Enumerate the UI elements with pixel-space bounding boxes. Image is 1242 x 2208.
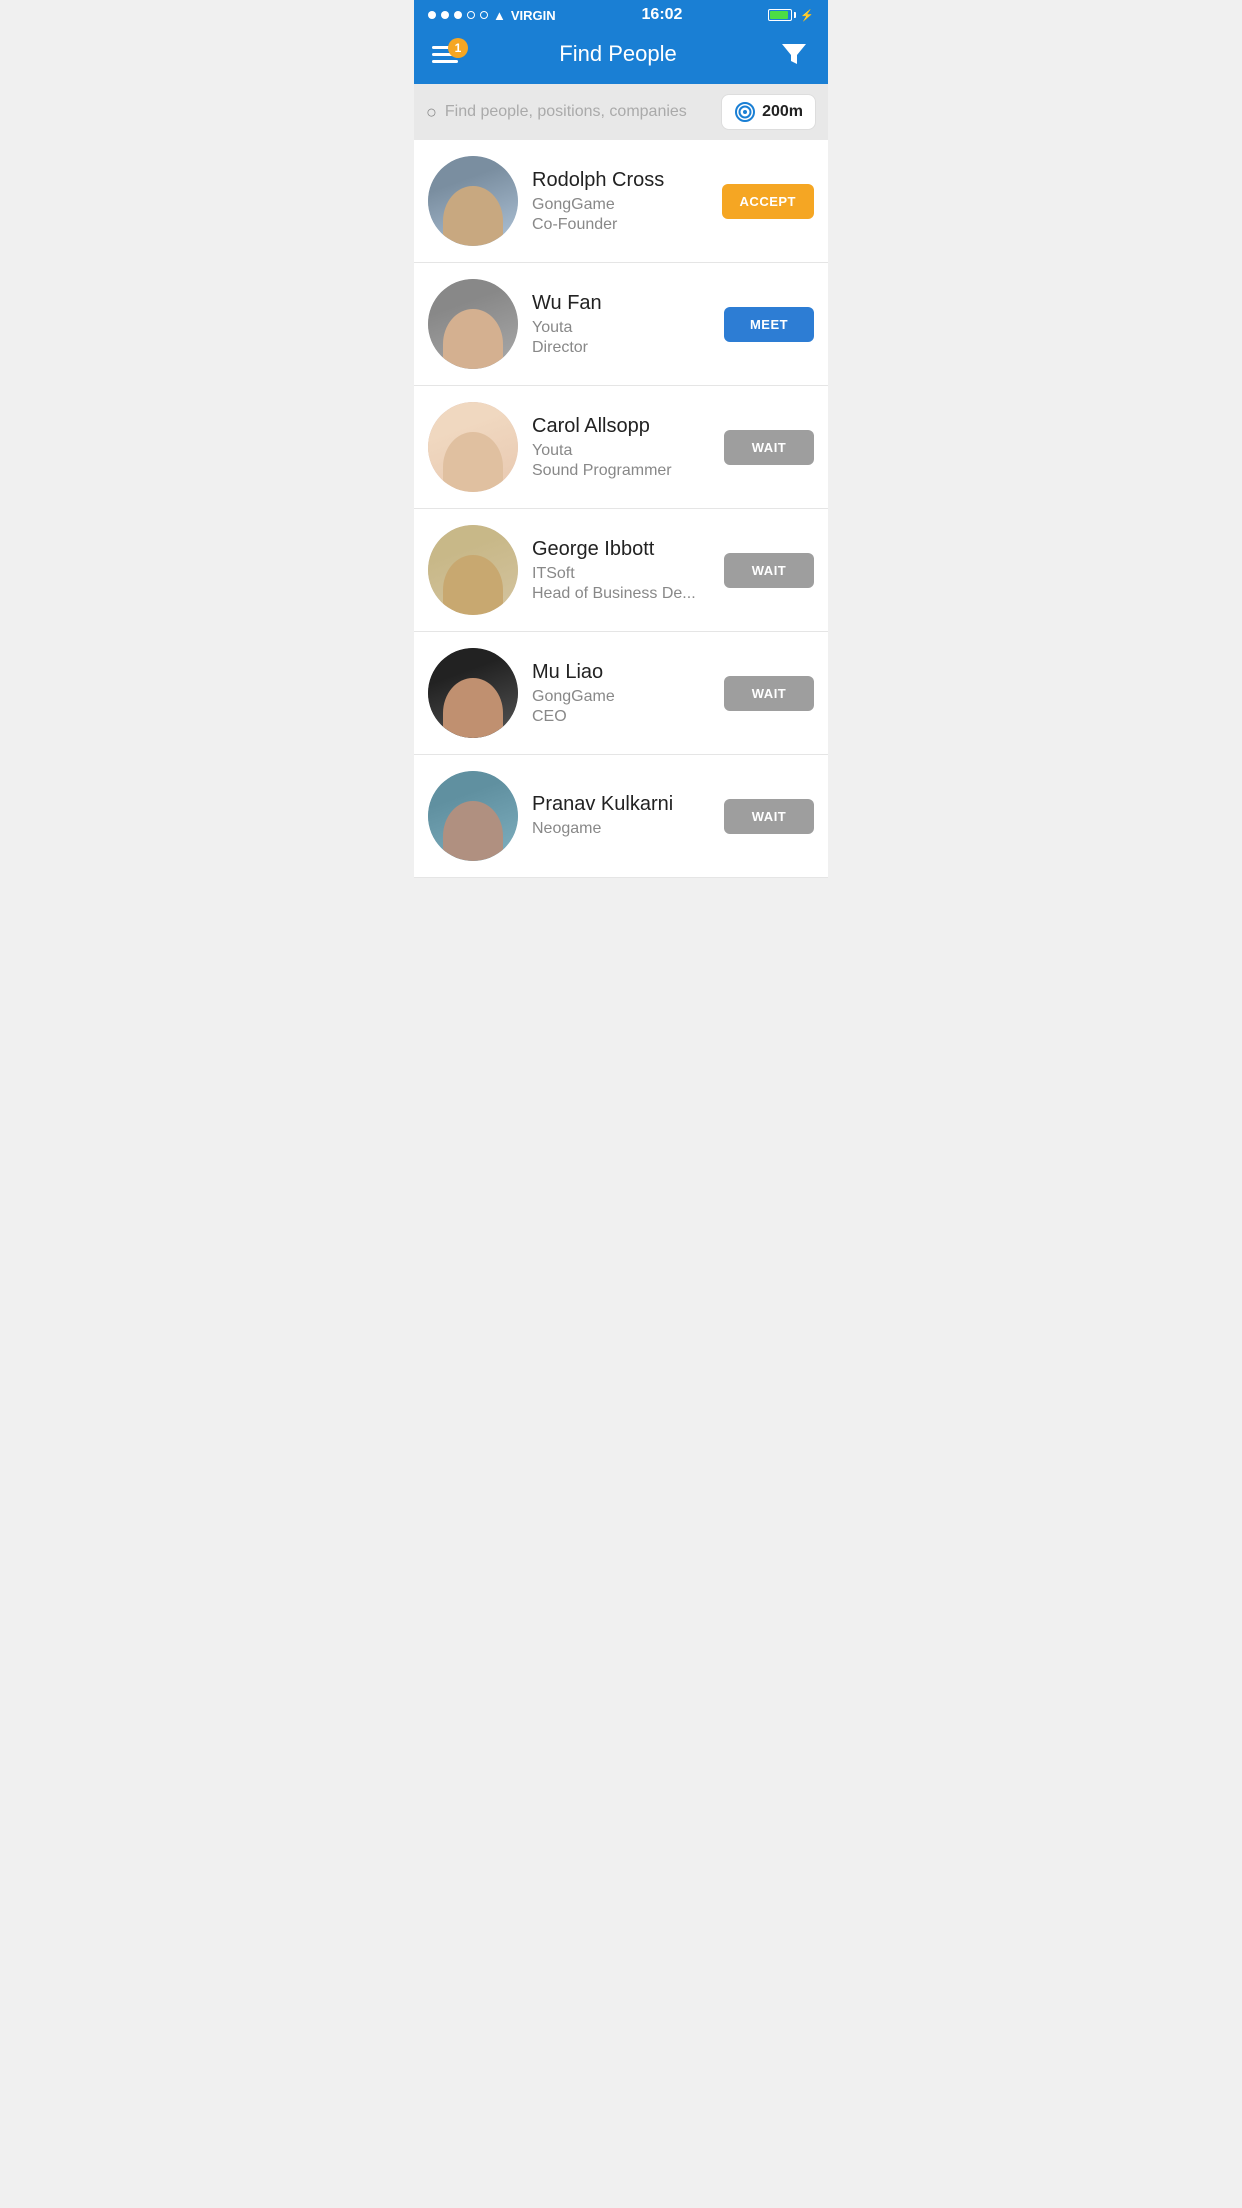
person-company: GongGame xyxy=(532,196,708,214)
radius-label: 200m xyxy=(762,103,803,121)
search-icon: ○ xyxy=(426,102,437,123)
signal-dot-5 xyxy=(480,11,488,19)
person-name: Wu Fan xyxy=(532,292,710,315)
charging-bolt-icon: ⚡ xyxy=(800,9,814,22)
avatar xyxy=(428,156,518,246)
person-role: Co-Founder xyxy=(532,216,708,234)
signal-dot-2 xyxy=(441,11,449,19)
action-button-wait[interactable]: WAIT xyxy=(724,676,814,711)
nav-bar: 1 Find People xyxy=(414,28,828,84)
status-right: ⚡ xyxy=(768,9,814,22)
person-name: George Ibbott xyxy=(532,538,710,561)
page-title: Find People xyxy=(559,41,676,67)
radius-button[interactable]: 200m xyxy=(721,94,816,130)
avatar xyxy=(428,771,518,861)
battery-indicator xyxy=(768,9,796,21)
person-info: Rodolph Cross GongGame Co-Founder xyxy=(532,169,708,234)
battery-tip xyxy=(794,12,796,18)
filter-icon xyxy=(778,38,810,70)
people-list: Rodolph Cross GongGame Co-Founder ACCEPT… xyxy=(414,140,828,878)
notification-badge: 1 xyxy=(448,38,468,58)
person-info: George Ibbott ITSoft Head of Business De… xyxy=(532,538,710,603)
signal-dot-1 xyxy=(428,11,436,19)
person-row: Mu Liao GongGame CEO WAIT xyxy=(414,632,828,755)
person-company: Youta xyxy=(532,319,710,337)
person-name: Pranav Kulkarni xyxy=(532,793,710,816)
status-left: ▲ VIRGIN xyxy=(428,8,556,23)
person-info: Mu Liao GongGame CEO xyxy=(532,661,710,726)
person-company: ITSoft xyxy=(532,565,710,583)
person-row: Carol Allsopp Youta Sound Programmer WAI… xyxy=(414,386,828,509)
person-row: Wu Fan Youta Director MEET xyxy=(414,263,828,386)
person-name: Mu Liao xyxy=(532,661,710,684)
signal-dot-4 xyxy=(467,11,475,19)
avatar xyxy=(428,648,518,738)
person-info: Carol Allsopp Youta Sound Programmer xyxy=(532,415,710,480)
person-role: Sound Programmer xyxy=(532,462,710,480)
action-button-wait[interactable]: WAIT xyxy=(724,799,814,834)
menu-button[interactable]: 1 xyxy=(432,46,458,63)
person-name: Rodolph Cross xyxy=(532,169,708,192)
wifi-icon: ▲ xyxy=(493,8,506,23)
person-role: Head of Business De... xyxy=(532,585,710,603)
avatar xyxy=(428,525,518,615)
action-button-meet[interactable]: MEET xyxy=(724,307,814,342)
search-placeholder-text: Find people, positions, companies xyxy=(445,103,687,121)
menu-line-3 xyxy=(432,60,458,63)
target-icon xyxy=(734,101,756,123)
search-input-area[interactable]: ○ Find people, positions, companies xyxy=(426,102,713,123)
person-row: Rodolph Cross GongGame Co-Founder ACCEPT xyxy=(414,140,828,263)
person-role: Director xyxy=(532,339,710,357)
battery-body xyxy=(768,9,792,21)
action-button-wait[interactable]: WAIT xyxy=(724,430,814,465)
battery-fill xyxy=(770,11,788,19)
person-role: CEO xyxy=(532,708,710,726)
person-company: Neogame xyxy=(532,820,710,838)
filter-button[interactable] xyxy=(778,38,810,70)
signal-dot-3 xyxy=(454,11,462,19)
person-company: Youta xyxy=(532,442,710,460)
person-name: Carol Allsopp xyxy=(532,415,710,438)
status-bar: ▲ VIRGIN 16:02 ⚡ xyxy=(414,0,828,28)
search-bar: ○ Find people, positions, companies 200m xyxy=(414,84,828,140)
action-button-wait[interactable]: WAIT xyxy=(724,553,814,588)
person-info: Wu Fan Youta Director xyxy=(532,292,710,357)
carrier-label: VIRGIN xyxy=(511,8,556,23)
person-row: Pranav Kulkarni Neogame WAIT xyxy=(414,755,828,878)
person-row: George Ibbott ITSoft Head of Business De… xyxy=(414,509,828,632)
person-company: GongGame xyxy=(532,688,710,706)
avatar xyxy=(428,402,518,492)
avatar xyxy=(428,279,518,369)
person-info: Pranav Kulkarni Neogame xyxy=(532,793,710,840)
status-time: 16:02 xyxy=(642,6,683,24)
action-button-accept[interactable]: ACCEPT xyxy=(722,184,814,219)
